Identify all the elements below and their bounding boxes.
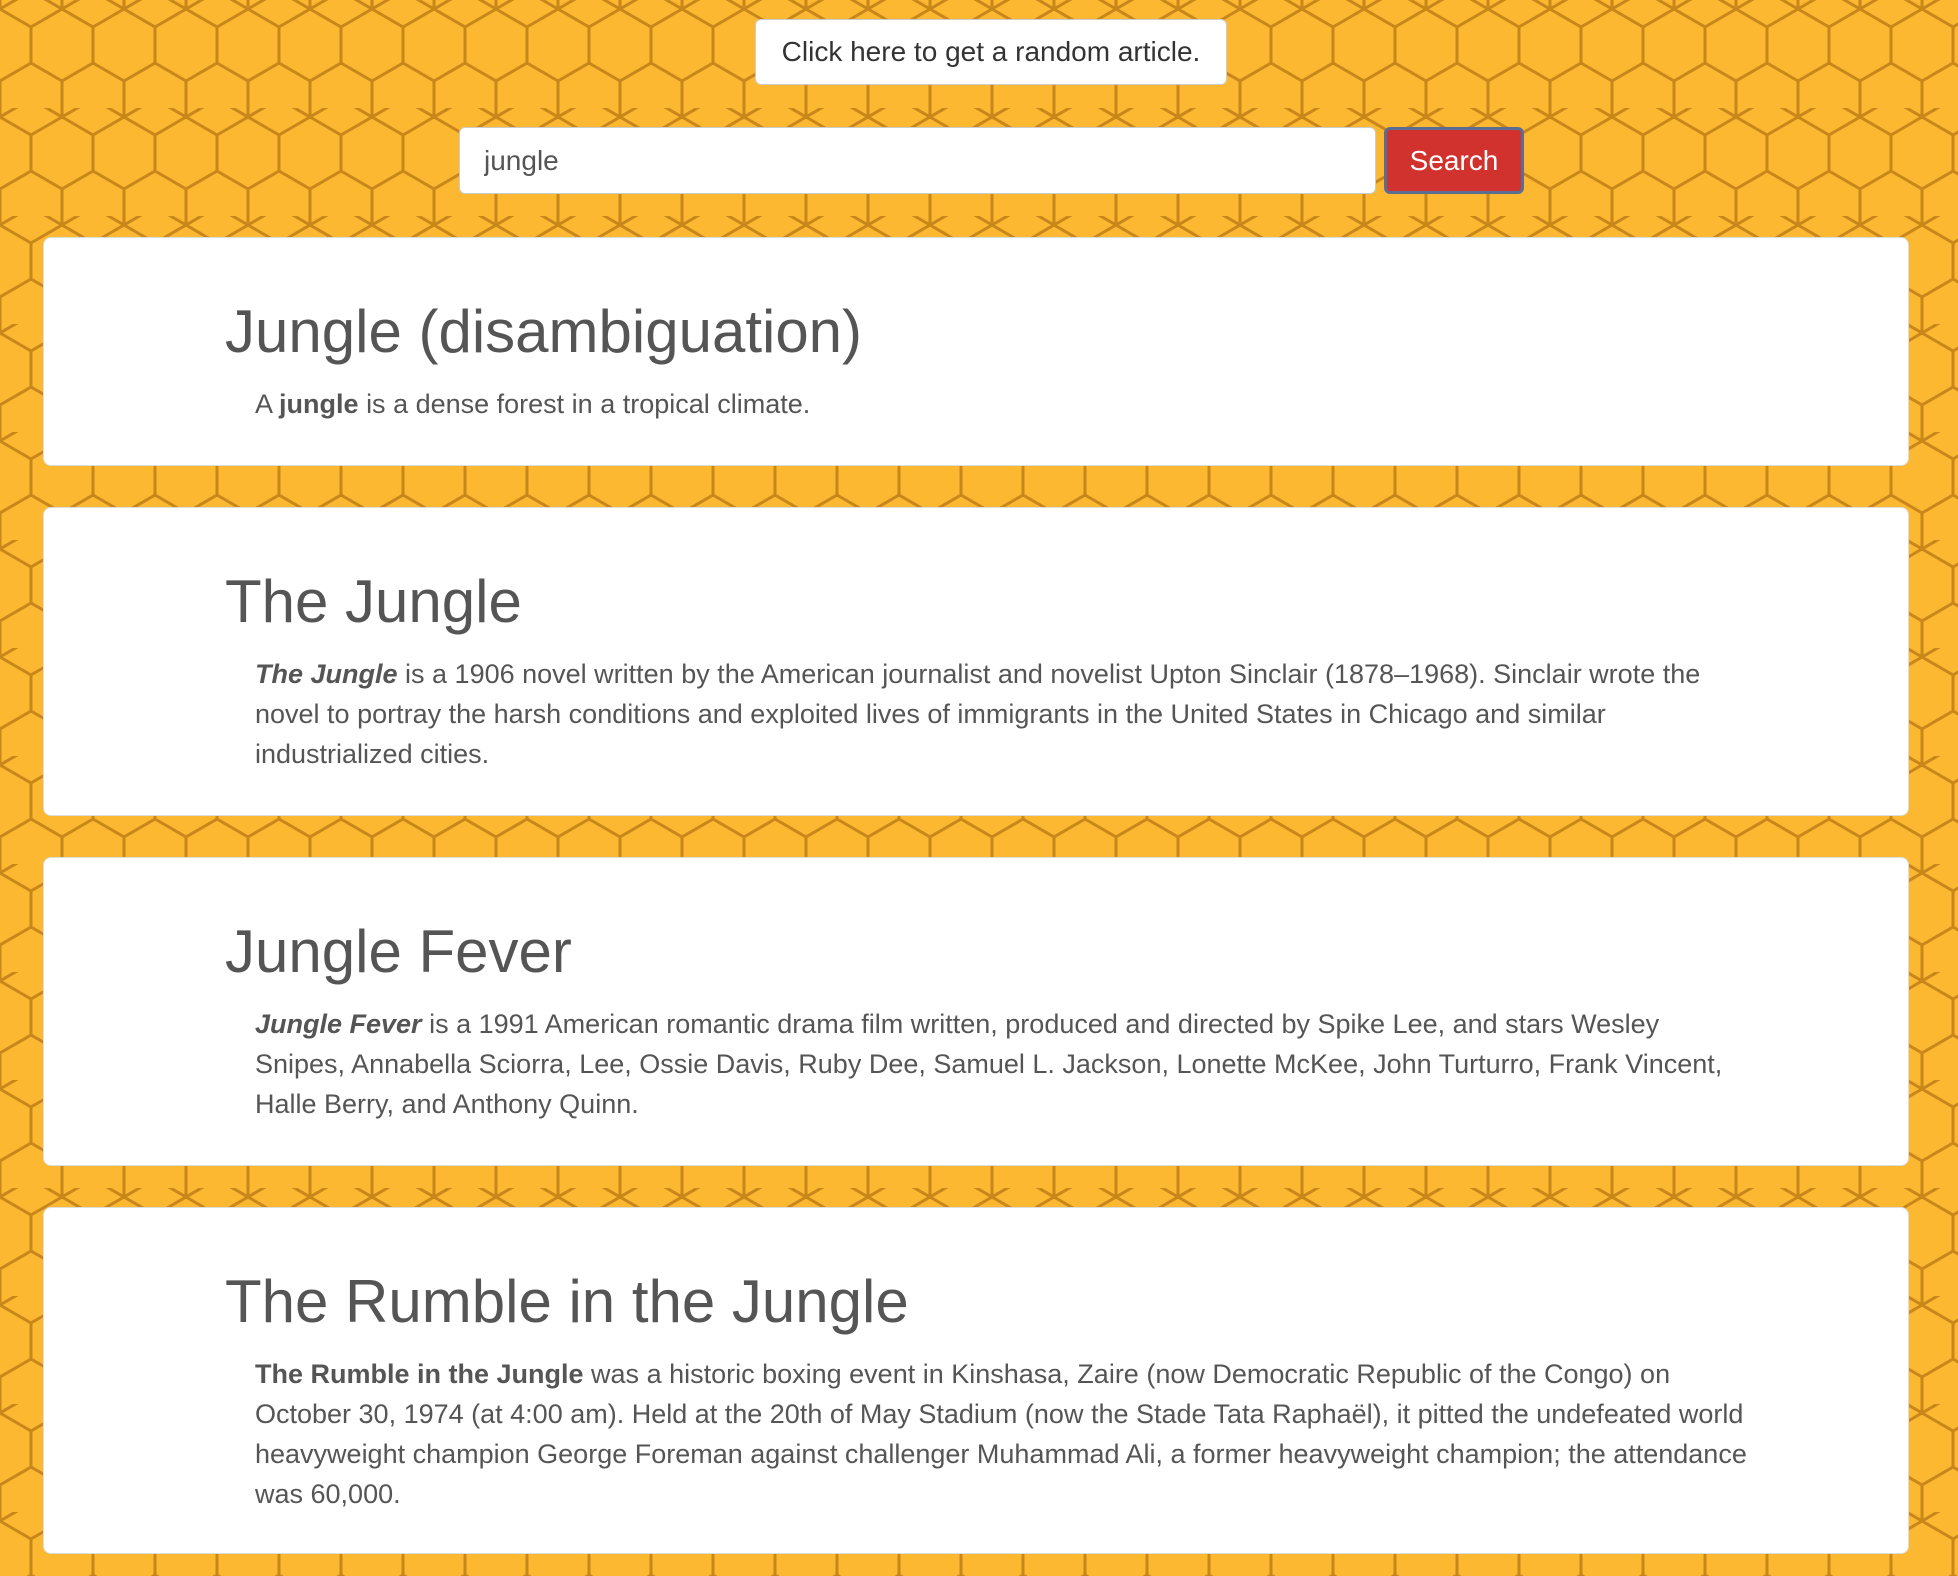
result-card[interactable]: Jungle Fever Jungle Fever is a 1991 Amer… — [43, 857, 1909, 1166]
result-title[interactable]: Jungle (disambiguation) — [225, 296, 862, 368]
snippet-bold-term: Jungle Fever — [255, 1009, 422, 1039]
snippet-bold-term: The Rumble in the Jungle — [255, 1359, 584, 1389]
snippet-bold-term: jungle — [279, 389, 359, 419]
result-title[interactable]: The Rumble in the Jungle — [225, 1266, 909, 1338]
snippet-text: is a dense forest in a tropical climate. — [366, 389, 811, 419]
result-snippet: The Jungle is a 1906 novel written by th… — [255, 654, 1755, 774]
result-card[interactable]: Jungle (disambiguation) A jungle is a de… — [43, 237, 1909, 466]
result-snippet: Jungle Fever is a 1991 American romantic… — [255, 1004, 1755, 1124]
snippet-lead: A — [255, 389, 272, 419]
result-card[interactable]: The Rumble in the Jungle The Rumble in t… — [43, 1207, 1909, 1554]
snippet-text: is a 1906 novel written by the American … — [255, 659, 1701, 769]
snippet-text: is a 1991 American romantic drama film w… — [255, 1009, 1723, 1119]
result-snippet: A jungle is a dense forest in a tropical… — [255, 384, 1755, 424]
result-card[interactable]: The Jungle The Jungle is a 1906 novel wr… — [43, 507, 1909, 816]
result-snippet: The Rumble in the Jungle was a historic … — [255, 1354, 1755, 1514]
snippet-bold-term: The Jungle — [255, 659, 398, 689]
search-button[interactable]: Search — [1384, 127, 1524, 194]
random-article-button[interactable]: Click here to get a random article. — [755, 19, 1227, 85]
search-input[interactable] — [459, 127, 1376, 194]
result-title[interactable]: The Jungle — [225, 566, 522, 638]
result-title[interactable]: Jungle Fever — [225, 916, 572, 988]
